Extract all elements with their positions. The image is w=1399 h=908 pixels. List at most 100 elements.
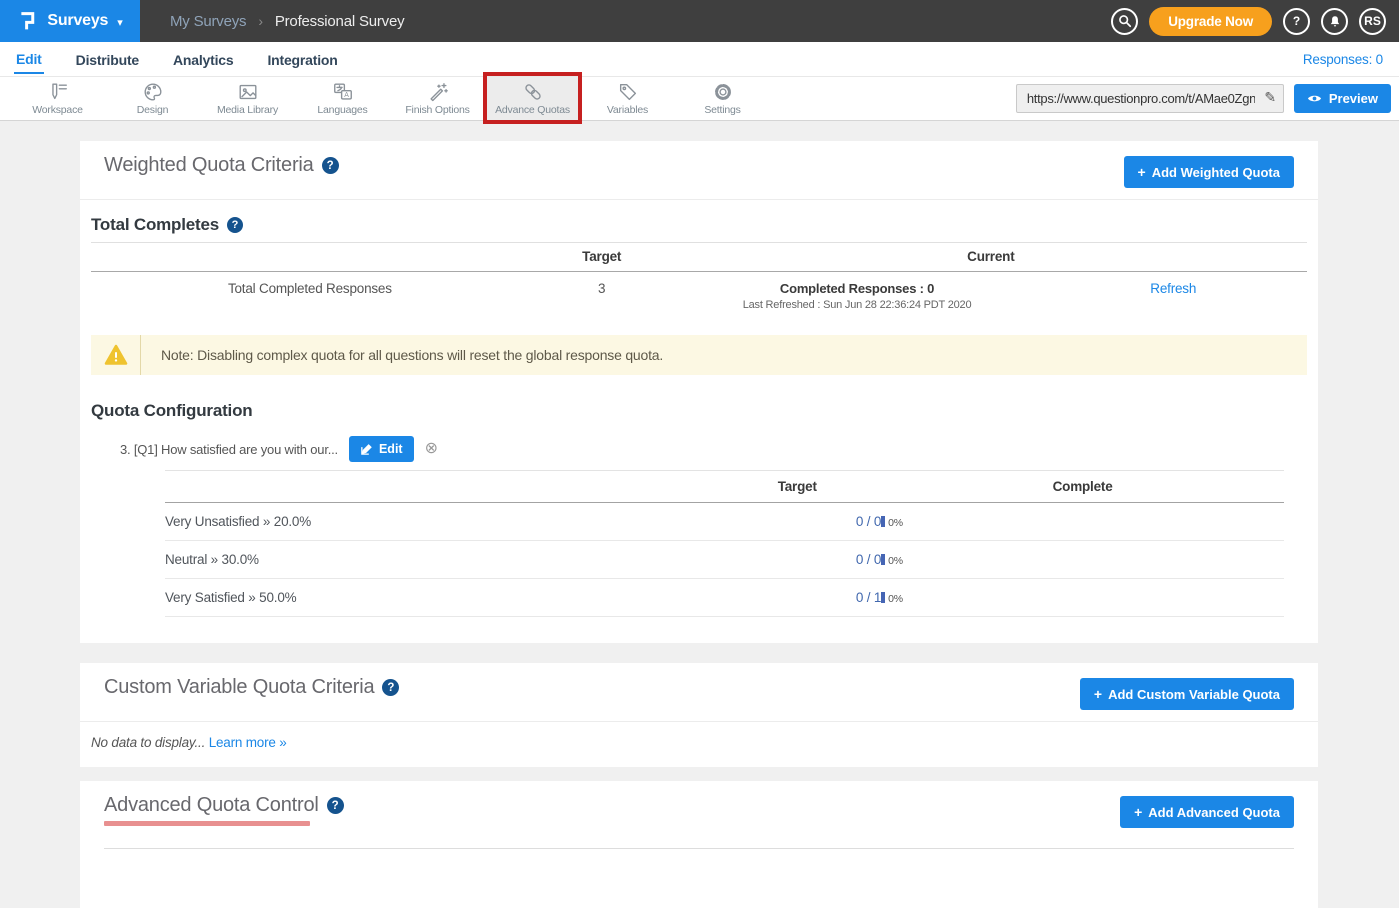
weighted-quota-card: Weighted Quota Criteria ? + Add Weighted…: [80, 141, 1318, 643]
toolbar-item-media-library[interactable]: Media Library: [200, 77, 295, 120]
advanced-quota-title: Advanced Quota Control ?: [104, 794, 344, 817]
toolbar-item-label: Variables: [607, 104, 648, 116]
advance-quotas-chain-icon: [522, 81, 544, 103]
breadcrumb: My Surveys › Professional Survey: [170, 0, 404, 42]
responses-count[interactable]: Responses: 0: [1303, 52, 1383, 67]
advanced-quota-card: Advanced Quota Control ? + Add Advanced …: [80, 781, 1318, 908]
svg-text:A: A: [344, 92, 349, 99]
question-mark-icon: ?: [1293, 14, 1300, 28]
current-column-header: Current: [675, 243, 1307, 272]
edit-button-label: Edit: [379, 442, 403, 456]
last-refreshed-timestamp: Last Refreshed : Sun Jun 28 22:36:24 PDT…: [675, 299, 1040, 311]
plus-icon: +: [1094, 686, 1102, 702]
toolbar-item-label: Languages: [317, 104, 367, 116]
edit-pencil-square-icon: [360, 443, 373, 456]
custom-variable-quota-title-text: Custom Variable Quota Criteria: [104, 676, 374, 699]
add-custom-variable-quota-button[interactable]: + Add Custom Variable Quota: [1080, 678, 1294, 710]
quota-row-target: 0 / 1: [713, 579, 881, 617]
warning-triangle-icon: [104, 344, 128, 366]
weighted-quota-title-text: Weighted Quota Criteria: [104, 154, 314, 177]
quota-configuration-table: Target Complete Very Unsatisfied » 20.0%…: [165, 470, 1284, 617]
user-avatar[interactable]: RS: [1359, 8, 1386, 35]
quota-row-very-unsatisfied: Very Unsatisfied » 20.0% 0 / 0 0%: [165, 503, 1284, 541]
help-icon[interactable]: ?: [322, 157, 339, 174]
no-data-text: No data to display...: [91, 735, 205, 750]
quota-note-text: Note: Disabling complex quota for all qu…: [141, 335, 683, 375]
learn-more-link[interactable]: Learn more »: [209, 735, 287, 750]
help-icon[interactable]: ?: [227, 217, 243, 233]
quota-question-label: 3. [Q1] How satisfied are you with our..…: [120, 442, 338, 457]
add-weighted-quota-label: Add Weighted Quota: [1152, 165, 1280, 180]
quota-configuration-heading: Quota Configuration: [91, 377, 1307, 421]
quota-row-percent: 0%: [888, 555, 903, 567]
quota-row-very-satisfied: Very Satisfied » 50.0% 0 / 1 0%: [165, 579, 1284, 617]
empty-header-cell: [91, 243, 529, 272]
quota-row-label: Neutral » 30.0%: [165, 541, 713, 579]
quota-row-target: 0 / 0: [713, 503, 881, 541]
quota-note-banner: Note: Disabling complex quota for all qu…: [91, 335, 1307, 375]
notifications-button[interactable]: [1321, 8, 1348, 35]
edit-toolbar: Workspace Design Media Library A Languag…: [0, 77, 1399, 121]
breadcrumb-current-survey: Professional Survey: [275, 13, 405, 30]
toolbar-item-label: Design: [137, 104, 168, 116]
toolbar-item-label: Finish Options: [405, 104, 469, 116]
complete-column-header: Complete: [881, 471, 1284, 503]
toolbar-item-design[interactable]: Design: [105, 77, 200, 120]
toolbar-item-label: Media Library: [217, 104, 278, 116]
help-icon[interactable]: ?: [382, 679, 399, 696]
settings-gear-icon: [712, 81, 734, 103]
survey-tab-bar: Edit Distribute Analytics Integration Re…: [0, 42, 1399, 77]
workspace-icon: [47, 81, 69, 103]
total-completes-title-text: Total Completes: [91, 215, 219, 235]
toolbar-item-finish-options[interactable]: Finish Options: [390, 77, 485, 120]
quota-row-label: Very Unsatisfied » 20.0%: [165, 503, 713, 541]
remove-question-quota-icon[interactable]: ⊗: [425, 441, 438, 457]
search-button[interactable]: [1111, 8, 1138, 35]
tab-edit[interactable]: Edit: [14, 45, 44, 74]
top-bar: Surveys ▾ My Surveys › Professional Surv…: [0, 0, 1399, 42]
add-advanced-quota-button[interactable]: + Add Advanced Quota: [1120, 796, 1294, 828]
empty-header-cell: [165, 471, 713, 503]
help-icon[interactable]: ?: [327, 797, 344, 814]
quota-row-percent: 0%: [888, 593, 903, 605]
divider: [104, 848, 1294, 908]
total-completes-heading: Total Completes ?: [91, 200, 1307, 235]
media-library-icon: [237, 81, 259, 103]
questionpro-logo-icon: [17, 10, 38, 33]
languages-icon: A: [332, 81, 354, 103]
quota-row-label: Very Satisfied » 50.0%: [165, 579, 713, 617]
edit-url-pencil-icon[interactable]: ✎: [1264, 89, 1276, 106]
help-button[interactable]: ?: [1283, 8, 1310, 35]
toolbar-item-languages[interactable]: A Languages: [295, 77, 390, 120]
no-data-row: No data to display... Learn more »: [80, 722, 1318, 767]
quota-row-target: 0 / 0: [713, 541, 881, 579]
preview-label: Preview: [1329, 91, 1378, 106]
current-value-cell: Completed Responses : 0 Last Refreshed :…: [675, 272, 1040, 328]
target-column-header: Target: [529, 243, 675, 272]
product-menu[interactable]: Surveys ▾: [0, 0, 140, 42]
survey-url-input[interactable]: [1016, 84, 1284, 113]
toolbar-item-advance-quotas[interactable]: Advance Quotas: [485, 77, 580, 120]
tab-distribute[interactable]: Distribute: [74, 46, 141, 73]
breadcrumb-my-surveys[interactable]: My Surveys: [170, 13, 246, 30]
finish-options-wand-icon: [427, 81, 449, 103]
toolbar-item-workspace[interactable]: Workspace: [10, 77, 105, 120]
edit-question-quota-button[interactable]: Edit: [349, 436, 414, 462]
toolbar-item-variables[interactable]: Variables: [580, 77, 675, 120]
preview-button[interactable]: Preview: [1294, 84, 1391, 113]
target-column-header: Target: [713, 471, 881, 503]
survey-url-box: ✎ Preview: [1016, 77, 1399, 120]
add-weighted-quota-button[interactable]: + Add Weighted Quota: [1124, 156, 1295, 188]
table-row: Total Completed Responses 3 Completed Re…: [91, 272, 1307, 328]
custom-variable-quota-title: Custom Variable Quota Criteria ?: [104, 676, 399, 699]
tab-analytics[interactable]: Analytics: [171, 46, 235, 73]
completed-responses-value: Completed Responses : 0: [675, 281, 1040, 296]
upgrade-now-button[interactable]: Upgrade Now: [1149, 7, 1272, 36]
progress-bar: [881, 516, 885, 527]
plus-icon: +: [1138, 164, 1146, 180]
advanced-quota-title-text: Advanced Quota Control: [104, 794, 319, 817]
tab-integration[interactable]: Integration: [265, 46, 339, 73]
toolbar-item-settings[interactable]: Settings: [675, 77, 770, 120]
quota-question-row: 3. [Q1] How satisfied are you with our..…: [120, 436, 1307, 462]
refresh-link[interactable]: Refresh: [1150, 281, 1196, 296]
